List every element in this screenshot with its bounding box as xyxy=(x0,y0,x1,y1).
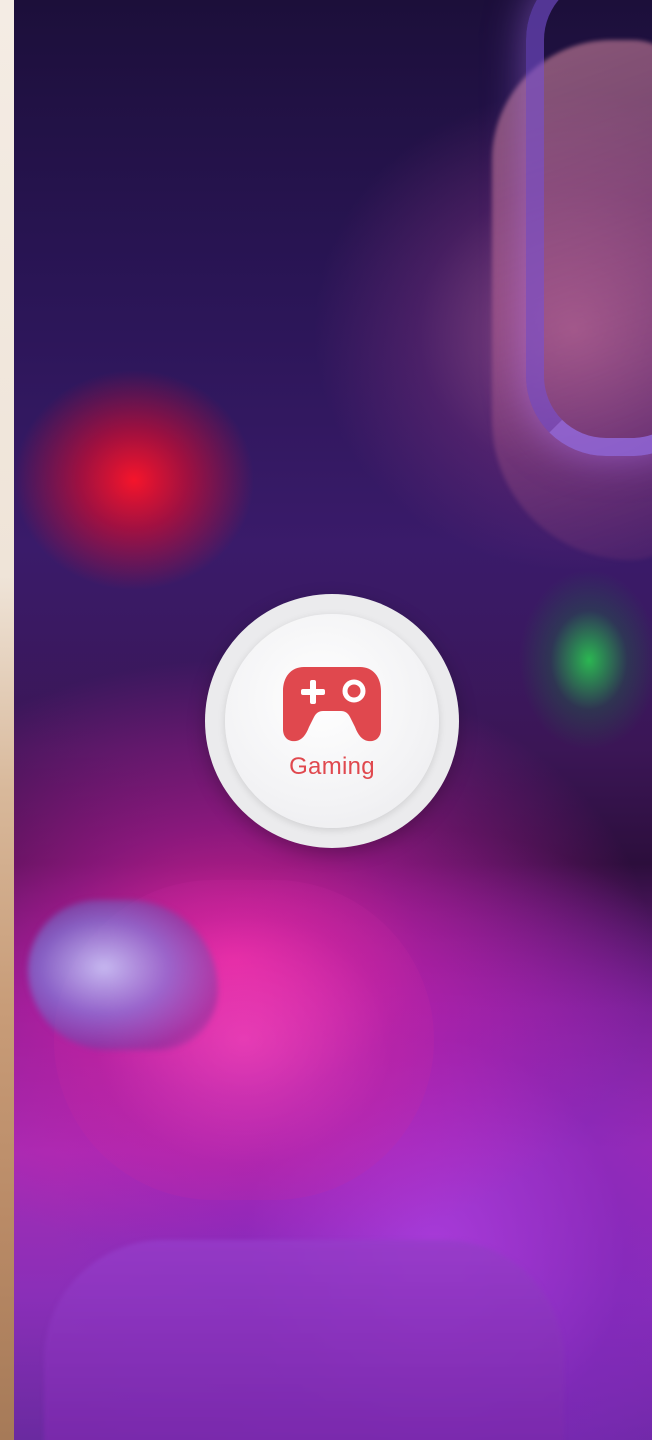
category-badge-inner: Gaming xyxy=(225,614,439,828)
category-label: Gaming xyxy=(289,753,375,780)
gaming-category-card[interactable]: Gaming xyxy=(0,0,652,1440)
sweater-sleeve xyxy=(44,1240,564,1440)
gamepad-icon xyxy=(283,667,381,742)
category-badge[interactable]: Gaming xyxy=(205,594,459,848)
adjacent-card-edge xyxy=(0,0,14,1440)
headset-image xyxy=(526,0,652,456)
